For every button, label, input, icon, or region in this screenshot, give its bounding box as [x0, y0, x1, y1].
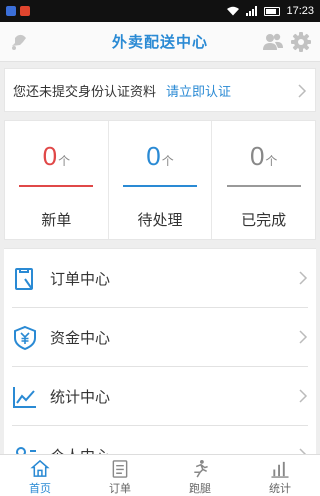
stat-completed-orders[interactable]: 0个 已完成 [211, 121, 315, 239]
notification-app-icon [20, 6, 30, 16]
stat-value: 0 [249, 141, 265, 171]
stat-value: 0 [146, 141, 161, 171]
status-time: 17:23 [286, 5, 314, 17]
status-right: 17:23 [226, 5, 314, 17]
verify-banner[interactable]: 您还未提交身份认证资料 请立即认证 [4, 68, 316, 112]
chevron-right-icon [298, 84, 307, 98]
menu-item-funds[interactable]: 资金中心 [4, 308, 316, 367]
signal-icon [246, 6, 258, 16]
menu-list: 订单中心 资金中心 统计中心 个人中心 [4, 248, 316, 454]
stat-value: 0 [42, 141, 58, 171]
menu-item-orders[interactable]: 订单中心 [4, 249, 316, 308]
clipboard-icon [15, 267, 33, 290]
nav-errand[interactable]: 跑腿 [160, 455, 240, 496]
nav-label: 订单 [109, 482, 131, 495]
nav-statistics[interactable]: 统计 [240, 455, 320, 496]
bell-icon[interactable] [8, 31, 30, 53]
verify-link[interactable]: 请立即认证 [166, 81, 231, 100]
menu-item-label: 资金中心 [50, 329, 111, 347]
stat-label: 已完成 [241, 211, 287, 229]
app-header: 外卖配送中心 [0, 22, 320, 62]
nav-label: 首页 [29, 482, 51, 495]
notification-app-icon [6, 6, 16, 16]
chevron-right-icon [299, 448, 307, 454]
order-stats: 0个 新单 0个 待处理 0个 已完成 [4, 120, 316, 240]
person-card-icon [16, 446, 36, 454]
list-icon [112, 460, 128, 478]
menu-item-profile[interactable]: 个人中心 [4, 426, 316, 454]
gear-icon[interactable] [290, 31, 312, 53]
line-chart-icon [13, 386, 36, 408]
menu-item-statistics[interactable]: 统计中心 [4, 367, 316, 426]
chevron-right-icon [299, 389, 308, 403]
battery-icon [264, 6, 281, 16]
stat-underline [123, 185, 197, 187]
stat-underline [19, 185, 94, 187]
stat-unit: 个 [161, 154, 174, 168]
stat-new-orders[interactable]: 0个 新单 [5, 121, 108, 239]
shield-yuan-icon [14, 325, 36, 350]
users-icon[interactable] [262, 31, 284, 53]
nav-home[interactable]: 首页 [0, 455, 80, 496]
page-title: 外卖配送中心 [111, 33, 208, 51]
menu-item-label: 统计中心 [50, 388, 111, 406]
menu-item-label: 订单中心 [50, 270, 111, 288]
wifi-icon [227, 6, 240, 16]
home-icon [30, 459, 50, 477]
chevron-right-icon [299, 271, 308, 285]
menu-item-label: 个人中心 [50, 445, 110, 454]
status-bar: 17:23 [0, 0, 320, 22]
chevron-right-icon [299, 330, 308, 344]
nav-label: 统计 [269, 482, 291, 495]
bar-chart-icon [271, 461, 289, 478]
stat-unit: 个 [265, 154, 278, 168]
bottom-nav: 首页 订单 跑腿 统计 [0, 454, 320, 496]
stat-pending-orders[interactable]: 0个 待处理 [107, 121, 212, 239]
nav-label: 跑腿 [189, 482, 211, 495]
runner-icon [194, 459, 208, 478]
stat-underline [226, 185, 301, 187]
stat-label: 待处理 [137, 211, 183, 229]
stat-label: 新单 [41, 211, 72, 229]
status-left [6, 6, 30, 16]
verify-message: 您还未提交身份认证资料 [13, 84, 157, 100]
stat-unit: 个 [58, 154, 71, 168]
nav-orders[interactable]: 订单 [80, 455, 160, 496]
